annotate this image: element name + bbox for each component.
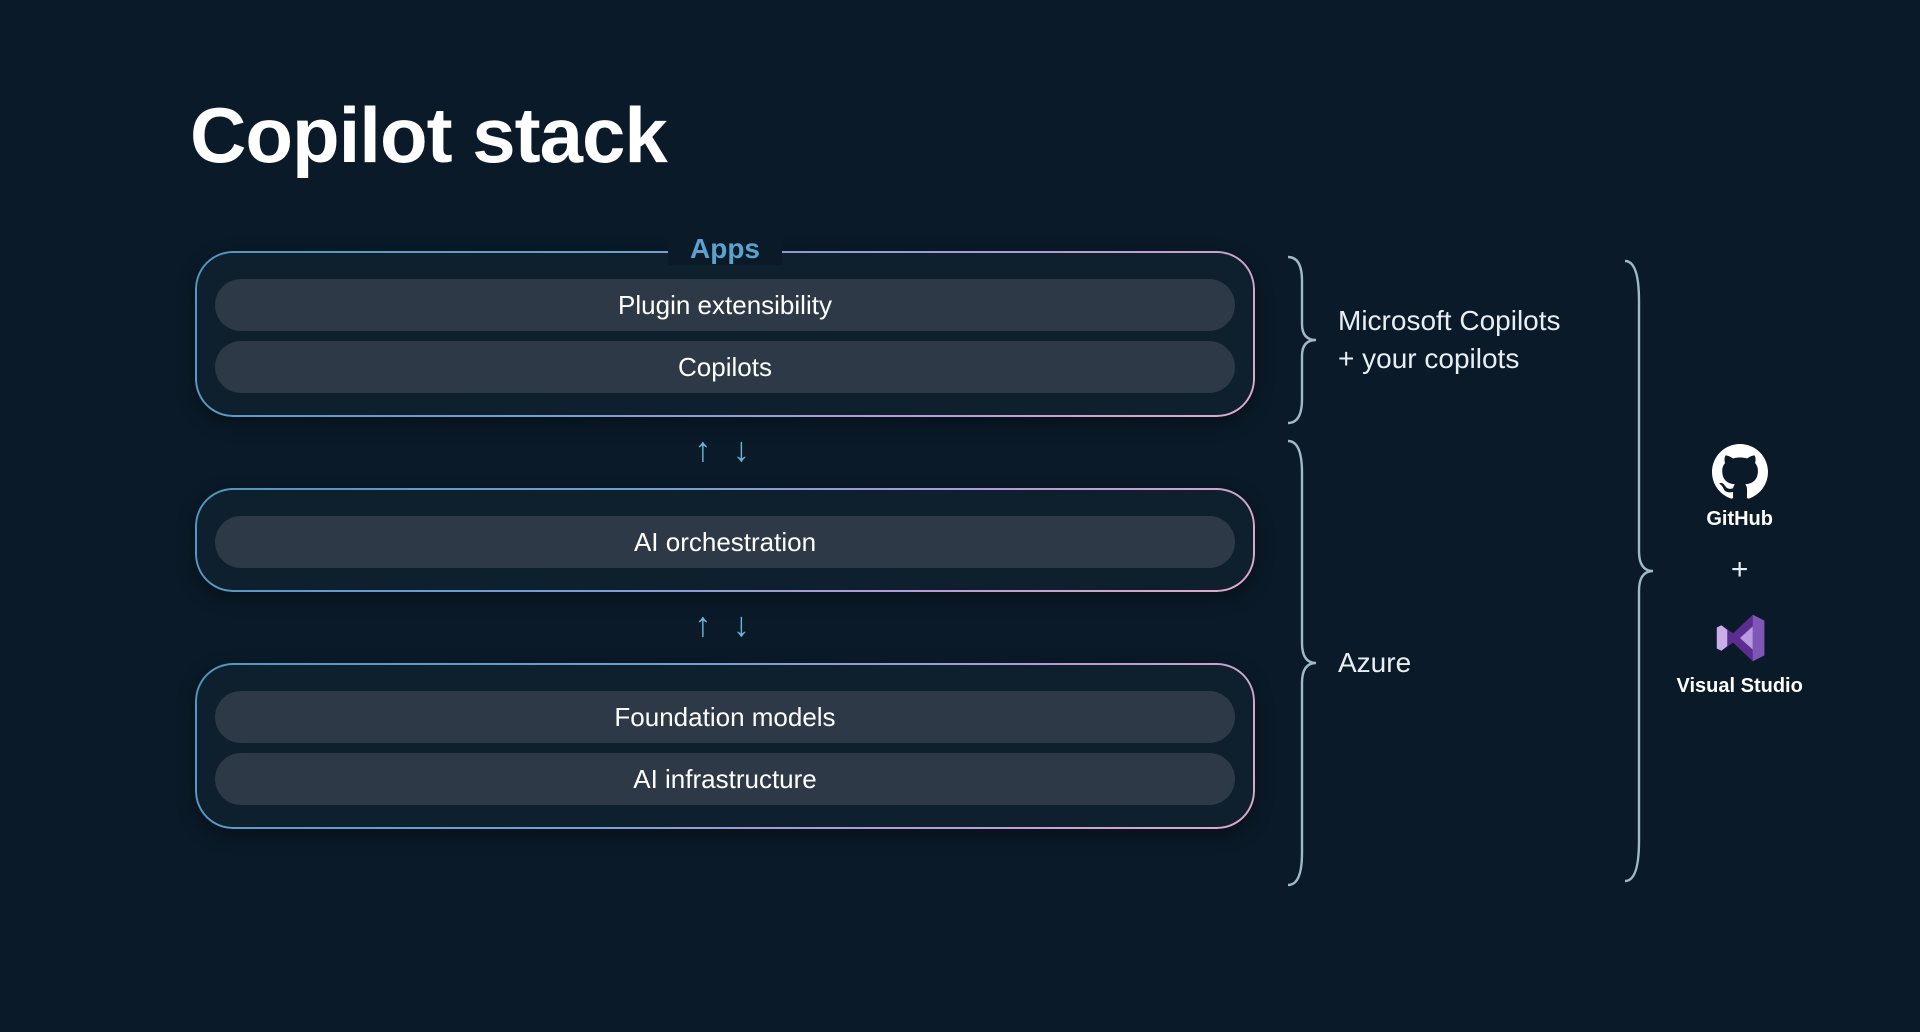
brace-bottom: Azure xyxy=(1284,433,1561,893)
group-apps: Apps Plugin extensibility Copilots xyxy=(195,251,1255,417)
pill-copilots: Copilots xyxy=(215,341,1235,393)
brace-icon xyxy=(1284,433,1318,893)
pill-ai-orchestration: AI orchestration xyxy=(215,516,1235,568)
pill-ai-infrastructure: AI infrastructure xyxy=(215,753,1235,805)
group-orchestration: AI orchestration xyxy=(195,488,1255,592)
slide-canvas: Copilot stack Apps Plugin extensibility … xyxy=(0,0,1920,1032)
arrows-icon: ↑ ↓ xyxy=(694,606,755,645)
brace-top-label: Microsoft Copilots + your copilots xyxy=(1338,302,1561,378)
brace-top-line1: Microsoft Copilots xyxy=(1338,305,1561,336)
tool-github: GitHub xyxy=(1706,444,1773,531)
brace-column: Microsoft Copilots + your copilots Azure xyxy=(1284,251,1561,893)
content-row: Apps Plugin extensibility Copilots ↑ ↓ A… xyxy=(190,251,1920,893)
arrows-icon: ↑ ↓ xyxy=(694,431,755,470)
tool-visual-studio: Visual Studio xyxy=(1677,609,1803,698)
visual-studio-icon xyxy=(1711,609,1769,667)
brace-bottom-label: Azure xyxy=(1338,644,1411,682)
brace-icon xyxy=(1284,251,1318,429)
group-apps-label: Apps xyxy=(668,233,782,265)
stack-column: Apps Plugin extensibility Copilots ↑ ↓ A… xyxy=(190,251,1260,829)
brace-icon xyxy=(1621,251,1655,891)
slide-title: Copilot stack xyxy=(190,90,1920,181)
brace-top-line2: + your copilots xyxy=(1338,343,1519,374)
group-foundation: Foundation models AI infrastructure xyxy=(195,663,1255,829)
tool-github-label: GitHub xyxy=(1706,508,1773,531)
tools-plus: + xyxy=(1731,553,1749,587)
pill-foundation-models: Foundation models xyxy=(215,691,1235,743)
tools-column: GitHub + Visual Studio xyxy=(1621,251,1803,891)
tool-vs-label: Visual Studio xyxy=(1677,675,1803,698)
tools-center: GitHub + Visual Studio xyxy=(1677,444,1803,698)
pill-plugin-extensibility: Plugin extensibility xyxy=(215,279,1235,331)
brace-top: Microsoft Copilots + your copilots xyxy=(1284,251,1561,429)
github-icon xyxy=(1712,444,1768,500)
